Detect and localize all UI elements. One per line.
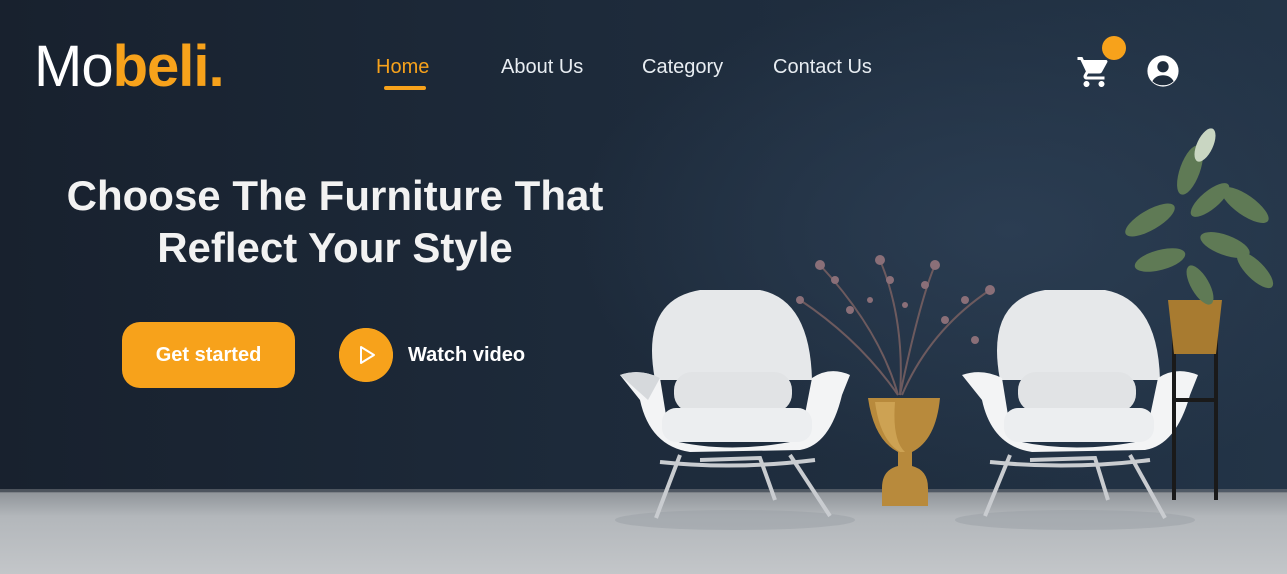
nav-active-indicator <box>384 86 426 90</box>
nav-home[interactable]: Home <box>376 56 429 79</box>
hero-section: Mobeli. Home About Us Category Contact U… <box>0 0 1287 574</box>
floor-baseboard <box>0 489 1287 493</box>
brand-logo-part2: beli. <box>112 34 225 99</box>
get-started-button[interactable]: Get started <box>122 322 295 388</box>
user-account-icon[interactable] <box>1146 54 1180 88</box>
cart-notification-dot <box>1102 36 1126 60</box>
brand-logo-part1: Mo <box>34 34 114 99</box>
brand-logo[interactable]: Mobeli. <box>34 38 225 96</box>
floor <box>0 492 1287 574</box>
watch-video-link[interactable]: Watch video <box>408 344 525 367</box>
play-icon[interactable] <box>339 328 393 382</box>
hero-headline-line2: Reflect Your Style <box>157 224 513 271</box>
cart-icon[interactable] <box>1076 54 1112 90</box>
nav-contact-us[interactable]: Contact Us <box>773 56 872 79</box>
hero-headline: Choose The Furniture That Reflect Your S… <box>40 170 630 274</box>
nav-about-us[interactable]: About Us <box>501 56 583 79</box>
hero-headline-line1: Choose The Furniture That <box>66 172 604 219</box>
nav-category[interactable]: Category <box>642 56 723 79</box>
